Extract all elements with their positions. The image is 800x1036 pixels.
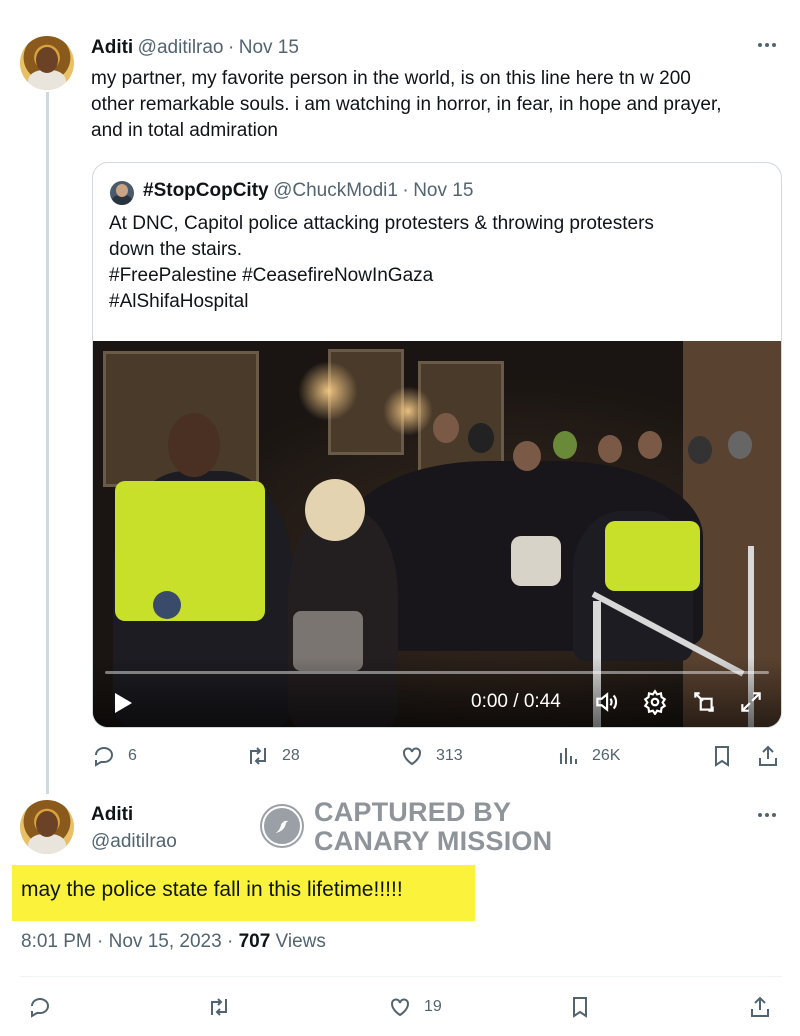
views-label: Views [270, 931, 326, 952]
reply-button[interactable] [28, 995, 52, 1019]
watermark-line: CAPTURED BY [314, 797, 512, 827]
views-count: 26K [592, 747, 621, 764]
quoted-date[interactable]: Nov 15 [413, 180, 473, 201]
like-icon [391, 998, 409, 1017]
share-icon [751, 996, 769, 1017]
author-name[interactable]: Aditi [91, 804, 133, 826]
quoted-text-line: down the stairs. [109, 239, 243, 260]
watermark-text: CAPTURED BY CANARY MISSION [314, 798, 552, 856]
bookmark-icon [715, 746, 729, 767]
separator: · [402, 180, 409, 201]
fullscreen-icon[interactable] [738, 689, 764, 715]
like-count: 19 [424, 998, 442, 1015]
author-handle[interactable]: @aditilrao [138, 37, 224, 58]
thread-line [46, 92, 49, 794]
tweet-time[interactable]: 8:01 PM · Nov 15, 2023 · [21, 931, 239, 952]
repost-count: 28 [282, 747, 300, 764]
author-handle[interactable]: @aditilrao [91, 831, 177, 853]
divider [20, 976, 782, 977]
play-icon[interactable] [115, 693, 132, 713]
avatar[interactable] [20, 800, 74, 854]
bookmark-button[interactable] [710, 744, 734, 768]
reply-button[interactable]: 6 [92, 744, 137, 768]
more-icon[interactable] [756, 804, 778, 832]
quoted-text-line: At DNC, Capitol police attacking protest… [109, 213, 654, 234]
canary-mission-logo [260, 804, 304, 848]
repost-button[interactable] [207, 995, 231, 1019]
tweet-timestamp: 8:01 PM · Nov 15, 2023 · 707 Views [21, 931, 326, 953]
like-button[interactable]: 313 [400, 744, 463, 768]
bookmark-button[interactable] [568, 995, 592, 1019]
views-button[interactable]: 26K [556, 744, 620, 768]
bookmark-icon [573, 997, 587, 1018]
like-icon [403, 747, 421, 766]
video-controls: 0:00 / 0:44 [93, 657, 781, 727]
separator: · [227, 37, 235, 58]
video-time: 0:00 / 0:44 [471, 691, 561, 712]
views-count: 707 [238, 931, 271, 952]
more-icon[interactable] [756, 34, 778, 62]
quoted-text: At DNC, Capitol police attacking protest… [109, 211, 654, 315]
hashtag-line[interactable]: #AlShifaHospital [109, 289, 654, 315]
reply-count: 6 [128, 747, 137, 764]
share-button[interactable] [756, 744, 780, 768]
tweet-text-line: other remarkable souls. i am watching in… [91, 94, 722, 115]
share-button[interactable] [748, 995, 772, 1019]
hashtag-line[interactable]: #FreePalestine #CeasefireNowInGaza [109, 263, 654, 289]
volume-icon[interactable] [593, 689, 619, 715]
reply-icon [95, 747, 113, 767]
repost-icon [250, 747, 266, 765]
tweet-text-line: my partner, my favorite person in the wo… [91, 68, 691, 89]
repost-button[interactable]: 28 [246, 744, 300, 768]
tweet-date[interactable]: Nov 15 [239, 37, 299, 58]
quoted-avatar[interactable] [110, 181, 134, 205]
video-player[interactable]: 0:00 / 0:44 [93, 341, 781, 727]
reply-icon [31, 998, 49, 1018]
quoted-header: #StopCopCity @ChuckModi1 · Nov 15 [143, 180, 473, 202]
views-icon [560, 748, 577, 764]
picture-in-picture-icon[interactable] [691, 689, 717, 715]
like-button[interactable]: 19 [388, 995, 442, 1019]
avatar[interactable] [20, 36, 74, 90]
tweet-header: Aditi @aditilrao · Nov 15 [91, 37, 299, 59]
settings-icon[interactable] [642, 689, 668, 716]
tweet-text: may the police state fall in this lifeti… [21, 878, 403, 901]
like-count: 313 [436, 747, 463, 764]
tweet-text-line: and in total admiration [91, 120, 278, 141]
author-name[interactable]: Aditi [91, 37, 133, 58]
quoted-author-handle[interactable]: @ChuckModi1 [273, 180, 398, 201]
share-icon [759, 745, 777, 766]
video-progress-bar[interactable] [105, 671, 769, 674]
tweet-text: my partner, my favorite person in the wo… [91, 66, 722, 144]
quoted-tweet[interactable]: #StopCopCity @ChuckModi1 · Nov 15 At DNC… [92, 162, 782, 728]
repost-icon [211, 998, 227, 1016]
watermark-line: CANARY MISSION [314, 826, 553, 856]
quoted-author-name[interactable]: #StopCopCity [143, 180, 269, 201]
